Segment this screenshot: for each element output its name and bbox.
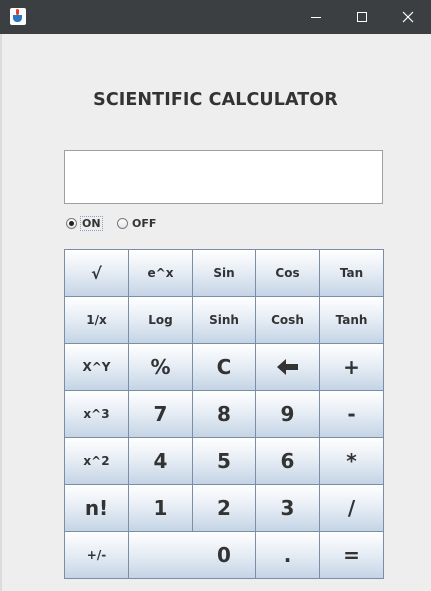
plus-button[interactable]: + bbox=[319, 343, 384, 391]
close-icon bbox=[402, 11, 414, 23]
calculator-display[interactable] bbox=[64, 150, 383, 204]
minimize-button[interactable] bbox=[293, 0, 339, 34]
square-button[interactable]: x^2 bbox=[64, 437, 129, 485]
exp-button[interactable]: e^x bbox=[128, 249, 193, 297]
divide-button[interactable]: / bbox=[319, 484, 384, 532]
close-button[interactable] bbox=[385, 0, 431, 34]
java-cup-icon bbox=[10, 8, 26, 25]
digit-9-button[interactable]: 9 bbox=[255, 390, 320, 438]
decimal-button[interactable]: . bbox=[255, 531, 320, 579]
cos-button[interactable]: Cos bbox=[255, 249, 320, 297]
digit-2-button[interactable]: 2 bbox=[192, 484, 256, 532]
window-border bbox=[0, 34, 2, 591]
sin-button[interactable]: Sin bbox=[192, 249, 256, 297]
radio-selected-icon bbox=[66, 217, 77, 229]
maximize-icon bbox=[357, 12, 367, 22]
title-bar bbox=[0, 0, 431, 34]
digit-8-button[interactable]: 8 bbox=[192, 390, 256, 438]
minus-button[interactable]: - bbox=[319, 390, 384, 438]
clear-button[interactable]: C bbox=[192, 343, 256, 391]
factorial-button[interactable]: n! bbox=[64, 484, 129, 532]
cube-button[interactable]: x^3 bbox=[64, 390, 129, 438]
sinh-button[interactable]: Sinh bbox=[192, 296, 256, 344]
digit-1-button[interactable]: 1 bbox=[128, 484, 193, 532]
keypad: √ e^x Sin Cos Tan 1/x Log Sinh Cosh Tanh… bbox=[64, 249, 384, 579]
sqrt-button[interactable]: √ bbox=[64, 249, 129, 297]
digit-3-button[interactable]: 3 bbox=[255, 484, 320, 532]
power-button[interactable]: X^Y bbox=[64, 343, 129, 391]
calculator-heading: SCIENTIFIC CALCULATOR bbox=[93, 90, 338, 110]
percent-button[interactable]: % bbox=[128, 343, 193, 391]
digit-5-button[interactable]: 5 bbox=[192, 437, 256, 485]
multiply-button[interactable]: * bbox=[319, 437, 384, 485]
tanh-button[interactable]: Tanh bbox=[319, 296, 384, 344]
backspace-button[interactable] bbox=[255, 343, 320, 391]
digit-7-button[interactable]: 7 bbox=[128, 390, 193, 438]
digit-6-button[interactable]: 6 bbox=[255, 437, 320, 485]
negate-button[interactable]: +/- bbox=[64, 531, 129, 579]
cosh-button[interactable]: Cosh bbox=[255, 296, 320, 344]
off-radio-label: OFF bbox=[132, 216, 157, 230]
arrow-left-icon bbox=[276, 359, 298, 375]
maximize-button[interactable] bbox=[339, 0, 385, 34]
digit-4-button[interactable]: 4 bbox=[128, 437, 193, 485]
reciprocal-button[interactable]: 1/x bbox=[64, 296, 129, 344]
radio-unselected-icon bbox=[117, 217, 128, 229]
on-radio[interactable]: ON bbox=[66, 215, 103, 231]
tan-button[interactable]: Tan bbox=[319, 249, 384, 297]
equals-button[interactable]: = bbox=[319, 531, 384, 579]
minimize-icon bbox=[311, 17, 321, 18]
off-radio[interactable]: OFF bbox=[117, 215, 156, 231]
log-button[interactable]: Log bbox=[128, 296, 193, 344]
on-radio-label: ON bbox=[80, 215, 103, 231]
